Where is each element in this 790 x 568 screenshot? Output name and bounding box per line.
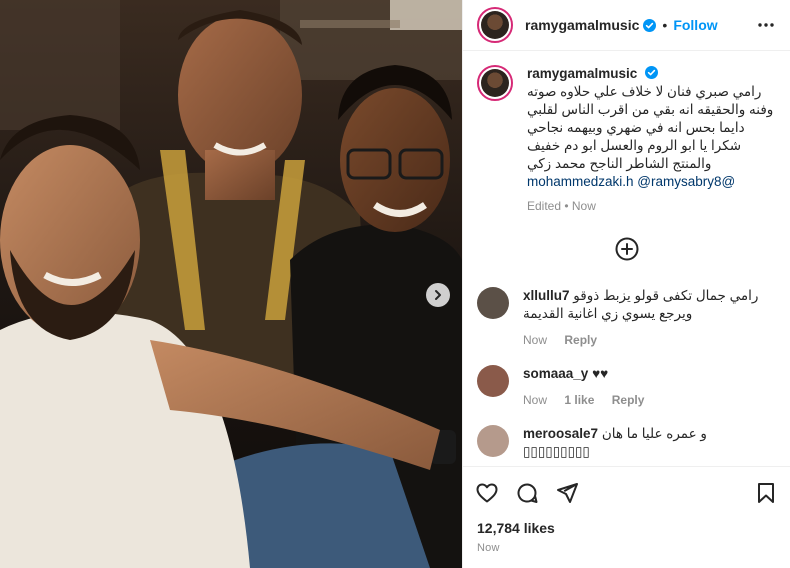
caption: ramygamalmusic رامي صبري فنان لا خلاف عل… [477, 65, 776, 215]
post-photo[interactable] [0, 0, 462, 568]
caption-text: رامي صبري فنان لا خلاف علي حلاوه صوته وف… [527, 84, 774, 171]
comment-button[interactable] [515, 481, 539, 505]
comment-username[interactable]: meroosale7 [523, 426, 598, 441]
verified-badge-icon [643, 18, 657, 32]
caption-avatar[interactable] [477, 65, 513, 101]
comment-item: meroosale7 و عمره عليا ما هان ▯▯▯▯▯▯▯▯▯ [477, 425, 776, 461]
reply-button[interactable]: Reply [612, 393, 645, 407]
comment-item: xllullu7 رامي جمال تكفى قولو يزبط ذوقو و… [477, 287, 776, 349]
comment-likes[interactable]: 1 like [564, 393, 594, 407]
instagram-post: ramygamalmusic • Follow ramygamalmusic ر… [0, 0, 790, 568]
plus-circle-icon [615, 237, 638, 261]
comment-avatar[interactable] [477, 365, 509, 397]
share-button[interactable] [555, 481, 579, 505]
likes-count[interactable]: 12,784 likes [463, 520, 790, 536]
caption-mentions[interactable]: mohammedzaki.h @ramysabry8@ [527, 173, 776, 191]
author-avatar[interactable] [477, 7, 513, 43]
more-options-button[interactable] [756, 15, 776, 35]
reply-button[interactable]: Reply [564, 333, 597, 347]
comment-text: ♥♥ [592, 366, 609, 381]
share-icon [557, 482, 578, 503]
more-horizontal-icon [758, 23, 774, 27]
author-username[interactable]: ramygamalmusic [525, 17, 639, 33]
chevron-right-icon [435, 290, 441, 300]
post-header: ramygamalmusic • Follow [463, 0, 790, 51]
comment-time: Now [523, 333, 548, 347]
like-button[interactable] [475, 481, 499, 505]
header-separator: • [662, 17, 668, 33]
photo-illustration [0, 0, 462, 568]
post-side-panel: ramygamalmusic • Follow ramygamalmusic ر… [462, 0, 790, 568]
comment-time: Now [523, 393, 548, 407]
load-more-comments[interactable] [477, 237, 776, 261]
follow-button[interactable]: Follow [673, 17, 717, 33]
comment-avatar[interactable] [477, 425, 509, 457]
post-timestamp: Now [477, 542, 500, 554]
heart-icon [476, 483, 498, 502]
save-button[interactable] [754, 481, 778, 505]
comment-avatar[interactable] [477, 287, 509, 319]
caption-meta: Edited • Now [527, 199, 596, 213]
caption-verified-icon [645, 66, 659, 79]
carousel-next-button[interactable] [426, 283, 450, 307]
comment-username[interactable]: xllullu7 [523, 288, 570, 303]
bookmark-icon [758, 482, 774, 503]
comment-username[interactable]: somaaa_y [523, 366, 588, 381]
action-bar [463, 466, 790, 518]
comments-section[interactable]: ramygamalmusic رامي صبري فنان لا خلاف عل… [463, 51, 790, 466]
caption-username[interactable]: ramygamalmusic [527, 66, 637, 81]
comment-item: somaaa_y ♥♥ Now 1 like Reply [477, 365, 776, 409]
comment-icon [517, 483, 538, 503]
